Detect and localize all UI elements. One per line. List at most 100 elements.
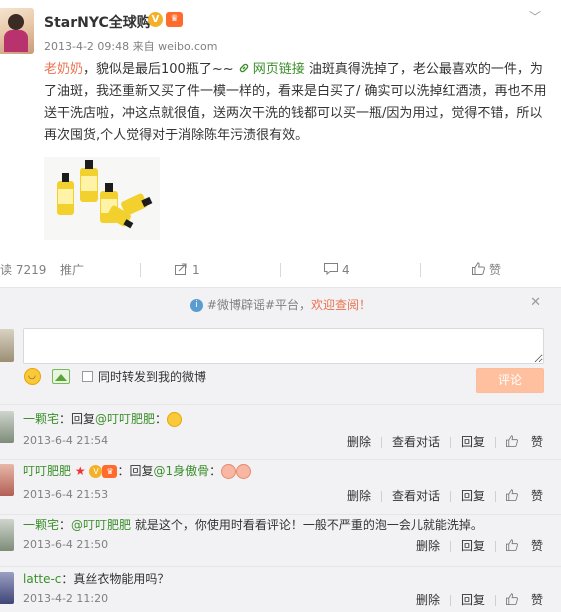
like-label: 赞: [489, 263, 502, 277]
comment-body: ：: [209, 464, 222, 478]
comment-actions: 删除 查看对话 回复 赞: [337, 433, 543, 450]
comment-time[interactable]: 2013-6-4 21:54: [23, 434, 108, 447]
info-icon: i: [189, 299, 203, 312]
thumbs-up-icon: [505, 489, 518, 501]
source-prefix: 来自: [132, 40, 155, 53]
divider: [420, 263, 421, 277]
delete-link[interactable]: 删除: [347, 435, 371, 449]
post-time[interactable]: 2013-4-2 09:48: [44, 40, 129, 53]
comment-section: i#微博辟谣#平台，欢迎查阅！ ✕ 同时转发到我的微博 评论 一颗宅：回复@叮叮…: [0, 287, 561, 612]
forward-checkbox[interactable]: [82, 371, 93, 382]
comment-text: 一颗宅：@叮叮肥肥 就是这个，你使用时看看评论！一般不严重的泡一会儿就能洗掉。: [23, 516, 483, 533]
comment-actions: 删除 回复 赞: [406, 591, 543, 608]
mention-link[interactable]: @叮叮肥肥: [71, 518, 131, 532]
post-meta: 2013-4-2 09:48 来自 weibo.com: [44, 38, 217, 54]
rumor-notice: i #微博辟谣#平台，欢迎查阅！: [0, 294, 561, 316]
forward-checkbox-label[interactable]: 同时转发到我的微博: [98, 368, 206, 385]
notice-highlight[interactable]: 欢迎查阅！: [311, 298, 371, 312]
post-text-part-1: ，貌似是最后100瓶了~~: [83, 62, 238, 77]
comment-body: ：: [155, 412, 168, 426]
comment-actions: 删除 查看对话 回复 赞: [337, 487, 543, 504]
emoji-icon[interactable]: [24, 368, 41, 385]
thumbs-up-icon: [505, 435, 518, 447]
comment-time[interactable]: 2013-4-2 11:20: [23, 592, 108, 605]
delete-link[interactable]: 删除: [416, 593, 440, 607]
delete-link[interactable]: 删除: [347, 489, 371, 503]
like-link[interactable]: 赞: [505, 593, 543, 607]
avatar[interactable]: [0, 411, 14, 443]
comment-button[interactable]: 4: [324, 258, 350, 282]
thumbs-up-icon: [472, 259, 485, 283]
comment-body: ：真丝衣物能用吗？: [61, 572, 170, 586]
grin-emoji-icon: [167, 412, 183, 427]
read-count: 读 7219: [0, 263, 47, 277]
view-conversation-link[interactable]: 查看对话: [392, 489, 440, 503]
like-link[interactable]: 赞: [505, 435, 543, 449]
reply-link[interactable]: 回复: [461, 539, 485, 553]
list-item: 一颗宅：回复@叮叮肥肥： 2013-6-4 21:54 删除 查看对话 回复 赞: [0, 404, 561, 459]
notice-text[interactable]: #微博辟谣#平台，: [207, 298, 311, 312]
web-link-label[interactable]: 网页链接: [253, 62, 305, 77]
reply-link[interactable]: 回复: [461, 435, 485, 449]
chevron-down-icon[interactable]: ﹀: [527, 8, 543, 24]
verified-badge-icon[interactable]: V: [148, 12, 163, 27]
comment-prefix: ：回复: [59, 412, 96, 426]
link-icon: [239, 63, 248, 73]
avatar[interactable]: [0, 519, 14, 551]
forward-count: 1: [192, 263, 200, 277]
thumbs-up-icon: [505, 539, 518, 551]
image-upload-icon[interactable]: [52, 369, 70, 384]
comment-author[interactable]: 一颗宅: [23, 518, 59, 532]
view-conversation-link[interactable]: 查看对话: [392, 435, 440, 449]
mention-link[interactable]: @1身傲骨: [153, 464, 209, 478]
vip-crown-icon[interactable]: ♛: [102, 465, 118, 478]
close-icon[interactable]: ✕: [530, 295, 541, 310]
like-label: 赞: [530, 593, 543, 607]
avatar[interactable]: [0, 572, 14, 604]
mention-link[interactable]: @叮叮肥肥: [95, 412, 155, 426]
vip-crown-icon[interactable]: ♛: [166, 12, 183, 27]
comment-text: 叮叮肥肥 ★ V ♛ ：回复@1身傲骨：: [23, 462, 252, 479]
comment-prefix: ：回复: [117, 464, 154, 478]
reply-link[interactable]: 回复: [461, 593, 485, 607]
avatar[interactable]: [0, 8, 34, 54]
forward-icon: [175, 259, 188, 283]
comment-author[interactable]: 叮叮肥肥: [23, 464, 71, 478]
comment-time[interactable]: 2013-6-4 21:53: [23, 488, 108, 501]
comment-icon: [324, 259, 338, 283]
list-item: 叮叮肥肥 ★ V ♛ ：回复@1身傲骨： 2013-6-4 21:53 删除 查看对话…: [0, 459, 561, 514]
list-item: latte-c：真丝衣物能用吗？ 2013-4-2 11:20 删除 回复 赞: [0, 566, 561, 612]
like-button[interactable]: 赞: [472, 258, 501, 282]
avatar[interactable]: [0, 329, 14, 362]
divider: [140, 263, 141, 277]
post-username[interactable]: StarNYC全球购: [44, 12, 151, 32]
forward-button[interactable]: 1: [175, 258, 200, 282]
promote-button[interactable]: 推广: [60, 258, 84, 282]
web-link[interactable]: 网页链接: [238, 62, 305, 77]
delete-link[interactable]: 删除: [416, 539, 440, 553]
post-actions: 读 7219 推广 1 4 赞: [0, 258, 561, 282]
thumbs-up-icon: [505, 593, 518, 605]
post-source[interactable]: weibo.com: [158, 40, 217, 53]
like-link[interactable]: 赞: [505, 539, 543, 553]
mention-link[interactable]: 老奶奶: [44, 62, 83, 77]
reply-link[interactable]: 回复: [461, 489, 485, 503]
comment-author[interactable]: latte-c: [23, 572, 61, 586]
post-text: 老奶奶，貌似是最后100瓶了~~ 网页链接 油斑真得洗掉了，老公最喜欢的一件，为…: [44, 59, 549, 147]
comment-actions: 删除 回复 赞: [406, 537, 543, 554]
comment-text: 一颗宅：回复@叮叮肥肥：: [23, 410, 183, 427]
like-label: 赞: [530, 489, 543, 503]
post-image[interactable]: [44, 157, 160, 240]
verified-badge-icon[interactable]: V: [89, 465, 103, 478]
comment-count: 4: [342, 263, 350, 277]
comment-body: 就是这个，你使用时看看评论！一般不严重的泡一会儿就能洗掉。: [131, 518, 483, 532]
submit-comment-button[interactable]: 评论: [476, 368, 544, 393]
comment-input[interactable]: [23, 328, 544, 364]
avatar[interactable]: [0, 464, 14, 496]
comment-author[interactable]: 一颗宅: [23, 412, 59, 426]
comment-text: latte-c：真丝衣物能用吗？: [23, 570, 169, 587]
comment-time[interactable]: 2013-6-4 21:50: [23, 538, 108, 551]
comment-prefix: ：: [59, 518, 72, 532]
star-icon: ★: [74, 464, 86, 478]
like-link[interactable]: 赞: [505, 489, 543, 503]
